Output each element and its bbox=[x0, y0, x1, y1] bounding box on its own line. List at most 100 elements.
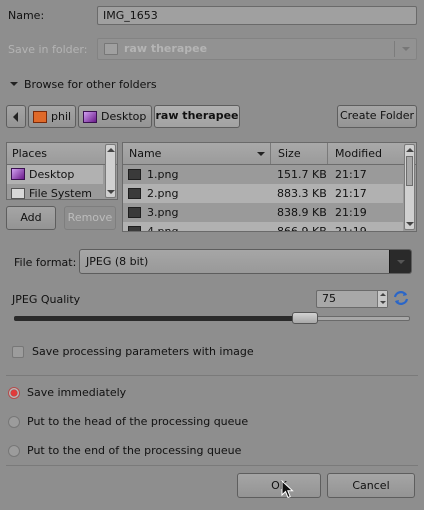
image-file-icon bbox=[128, 188, 141, 199]
jpeg-quality-spinbox[interactable]: 75 bbox=[316, 290, 388, 308]
scroll-thumb[interactable] bbox=[406, 156, 413, 186]
spin-down-icon bbox=[379, 301, 386, 304]
places-item-file-system[interactable]: File System bbox=[7, 184, 103, 200]
home-folder-icon bbox=[33, 111, 47, 123]
combo-divider bbox=[394, 41, 395, 57]
column-modified[interactable]: Modified bbox=[329, 143, 403, 164]
file-size: 838.9 KB bbox=[277, 206, 327, 219]
radio-label: Put to the end of the processing queue bbox=[27, 444, 242, 457]
places-item-label: Desktop bbox=[29, 168, 75, 181]
path-item-label: phil bbox=[51, 110, 72, 123]
image-file-icon bbox=[128, 226, 141, 231]
chevron-down-icon bbox=[396, 260, 405, 264]
spin-up-button[interactable] bbox=[377, 291, 387, 299]
create-folder-button[interactable]: Create Folder bbox=[337, 105, 417, 128]
scroll-up-icon[interactable] bbox=[405, 148, 414, 152]
desktop-icon bbox=[11, 168, 25, 180]
desktop-icon bbox=[83, 111, 97, 123]
column-size-label: Size bbox=[278, 147, 301, 160]
places-item-desktop[interactable]: Desktop bbox=[7, 165, 103, 184]
jpeg-quality-value: 75 bbox=[322, 292, 336, 305]
combo-button bbox=[389, 250, 411, 273]
column-modified-label: Modified bbox=[335, 147, 382, 160]
mouse-cursor-icon bbox=[281, 479, 295, 500]
path-back-button[interactable] bbox=[6, 105, 26, 128]
file-format-combo[interactable]: JPEG (8 bit) bbox=[79, 249, 412, 274]
radio-indicator-selected[interactable] bbox=[8, 387, 20, 399]
spin-down-button[interactable] bbox=[377, 299, 387, 307]
remove-place-button[interactable]: Remove bbox=[64, 206, 116, 230]
jpeg-quality-label: JPEG Quality bbox=[12, 293, 81, 306]
places-item-label: File System bbox=[29, 187, 92, 200]
spin-up-icon bbox=[379, 293, 386, 296]
file-name: 2.png bbox=[147, 187, 179, 200]
places-pane: Places Desktop File System bbox=[6, 142, 118, 200]
cancel-button[interactable]: Cancel bbox=[327, 473, 415, 498]
file-list-scrollbar[interactable] bbox=[404, 144, 415, 230]
save-in-folder-label: Save in folder: bbox=[8, 43, 88, 56]
divider bbox=[6, 375, 418, 376]
file-size: 151.7 KB bbox=[277, 168, 327, 181]
radio-label: Save immediately bbox=[27, 386, 127, 399]
ok-button[interactable]: OK bbox=[237, 473, 321, 498]
radio-label: Put to the head of the processing queue bbox=[27, 415, 249, 428]
radio-indicator[interactable] bbox=[8, 445, 20, 457]
file-name: 4.png bbox=[147, 225, 179, 232]
file-name: 1.png bbox=[147, 168, 179, 181]
save-params-checkbox[interactable] bbox=[12, 346, 24, 358]
scroll-up-icon[interactable] bbox=[106, 148, 115, 152]
slider-fill bbox=[14, 316, 305, 321]
file-list: Name Size Modified 1.png 151.7 KB 21:17 … bbox=[122, 142, 417, 232]
file-list-header: Name Size Modified bbox=[123, 143, 416, 165]
folder-icon bbox=[104, 43, 118, 55]
places-scrollbar[interactable] bbox=[105, 144, 116, 198]
file-modified: 21:19 bbox=[335, 206, 367, 219]
chevron-down-icon bbox=[402, 47, 410, 51]
save-params-checkbox-row[interactable]: Save processing parameters with image bbox=[12, 344, 272, 360]
path-item-desktop[interactable]: Desktop bbox=[78, 105, 152, 128]
column-name[interactable]: Name bbox=[123, 143, 271, 164]
browse-expander[interactable]: Browse for other folders bbox=[8, 78, 208, 92]
chevron-left-icon bbox=[13, 112, 18, 122]
save-params-label: Save processing parameters with image bbox=[32, 345, 254, 358]
column-size[interactable]: Size bbox=[272, 143, 328, 164]
save-in-folder-value: raw therapee bbox=[124, 42, 208, 55]
add-place-button[interactable]: Add bbox=[6, 206, 56, 230]
path-item-phil[interactable]: phil bbox=[28, 105, 76, 128]
browse-label: Browse for other folders bbox=[24, 78, 157, 91]
path-item-label: raw therapee bbox=[155, 109, 239, 122]
radio-queue-end[interactable]: Put to the end of the processing queue bbox=[8, 444, 288, 460]
file-modified: 21:19 bbox=[335, 225, 367, 232]
divider bbox=[6, 465, 418, 466]
path-item-label: Desktop bbox=[101, 110, 147, 123]
image-file-icon bbox=[128, 169, 141, 180]
reset-icon[interactable] bbox=[392, 289, 410, 307]
radio-save-immediately[interactable]: Save immediately bbox=[8, 386, 208, 402]
radio-indicator[interactable] bbox=[8, 416, 20, 428]
radio-queue-head[interactable]: Put to the head of the processing queue bbox=[8, 415, 288, 431]
slider-thumb[interactable] bbox=[292, 312, 318, 324]
image-file-icon bbox=[128, 207, 141, 218]
file-modified: 21:17 bbox=[335, 187, 367, 200]
file-size: 866.9 KB bbox=[277, 225, 327, 232]
scroll-down-icon[interactable] bbox=[405, 222, 414, 226]
places-header-label: Places bbox=[12, 147, 47, 160]
file-format-value: JPEG (8 bit) bbox=[86, 255, 149, 268]
file-row[interactable]: 2.png 883.3 KB 21:17 bbox=[123, 184, 403, 203]
places-header[interactable]: Places bbox=[7, 143, 117, 165]
column-name-label: Name bbox=[129, 147, 162, 160]
file-row[interactable]: 4.png 866.9 KB 21:19 bbox=[123, 222, 403, 232]
file-name: 3.png bbox=[147, 206, 179, 219]
sort-chevron-icon bbox=[257, 152, 265, 156]
jpeg-quality-slider[interactable] bbox=[14, 312, 410, 326]
name-input[interactable]: IMG_1653 bbox=[97, 6, 417, 25]
path-item-raw-therapee[interactable]: raw therapee bbox=[154, 105, 240, 128]
name-label: Name: bbox=[8, 9, 45, 22]
file-size: 883.3 KB bbox=[277, 187, 327, 200]
save-in-folder-combo[interactable]: raw therapee bbox=[97, 38, 417, 60]
file-row[interactable]: 1.png 151.7 KB 21:17 bbox=[123, 165, 403, 184]
expander-triangle-icon bbox=[10, 82, 18, 86]
file-row[interactable]: 3.png 838.9 KB 21:19 bbox=[123, 203, 403, 222]
file-format-label: File format: bbox=[14, 256, 77, 269]
scroll-down-icon[interactable] bbox=[106, 190, 115, 194]
